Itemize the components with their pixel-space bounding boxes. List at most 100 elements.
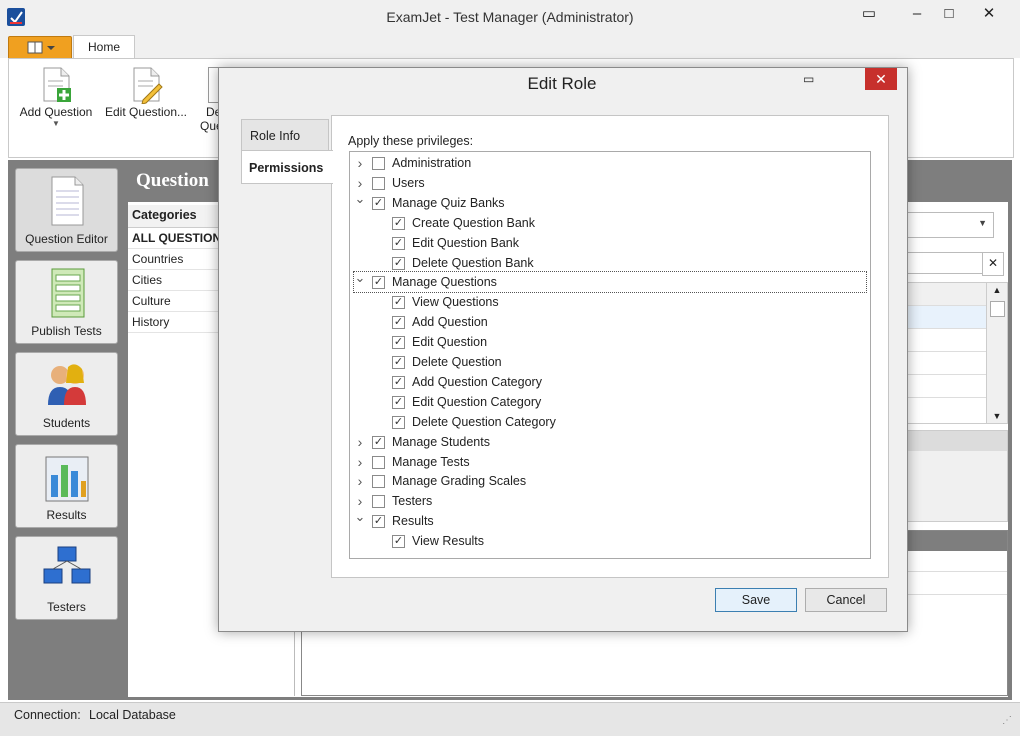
- tree-node[interactable]: › Administration: [354, 153, 866, 173]
- tree-node[interactable]: ✓ Edit Question Category: [374, 392, 866, 412]
- add-question-button[interactable]: Add Question ▼: [16, 64, 96, 134]
- tree-node[interactable]: ✓ Delete Question: [374, 352, 866, 372]
- category-label: Countries: [132, 252, 184, 266]
- delete-question-icon: [208, 67, 218, 103]
- chevron-right-icon[interactable]: ›: [354, 153, 366, 173]
- chevron-down-icon: ▼: [52, 119, 60, 128]
- tree-node[interactable]: ✓ View Questions: [374, 292, 866, 312]
- scroll-up-icon[interactable]: ▲: [987, 285, 1007, 295]
- checkbox[interactable]: [372, 495, 385, 509]
- checkbox[interactable]: ✓: [392, 296, 405, 310]
- tree-node[interactable]: › ✓ Manage Students: [354, 432, 866, 452]
- checkbox[interactable]: ✓: [392, 236, 405, 250]
- delete-question-label-2: Que: [200, 119, 218, 133]
- category-row[interactable]: Countries: [128, 249, 222, 270]
- nav-label: Publish Tests: [31, 324, 102, 338]
- chevron-down-icon[interactable]: ⌄: [354, 268, 366, 288]
- category-label: History: [132, 315, 170, 329]
- chevron-right-icon[interactable]: ›: [354, 452, 366, 472]
- checkbox[interactable]: ✓: [372, 515, 385, 529]
- tree-node[interactable]: ✓ Edit Question: [374, 332, 866, 352]
- chevron-right-icon[interactable]: ›: [354, 471, 366, 491]
- tree-node[interactable]: › Testers: [354, 491, 866, 511]
- checkbox[interactable]: ✓: [372, 435, 385, 449]
- scroll-thumb[interactable]: [990, 301, 1005, 317]
- tree-node-label: Results: [392, 514, 434, 529]
- tree-node[interactable]: › Manage Tests: [354, 452, 866, 472]
- checkbox[interactable]: [372, 475, 385, 489]
- nav-testers[interactable]: Testers: [15, 536, 118, 620]
- tree-node-label: Edit Question Bank: [412, 235, 520, 250]
- tree-node[interactable]: › Users: [354, 173, 866, 193]
- checkbox[interactable]: ✓: [392, 256, 405, 270]
- nav-results[interactable]: Results: [15, 444, 118, 528]
- tree-node[interactable]: ✓ View Results: [374, 531, 866, 551]
- checkbox[interactable]: [372, 176, 385, 190]
- tree-node[interactable]: ✓ Add Question: [374, 312, 866, 332]
- tree-node[interactable]: ✓ Edit Question Bank: [374, 233, 866, 253]
- category-row[interactable]: Culture: [128, 291, 222, 312]
- scroll-down-icon[interactable]: ▼: [987, 411, 1007, 421]
- chevron-down-icon[interactable]: ⌄: [354, 189, 366, 209]
- privileges-tree[interactable]: › Administration › Users ⌄ ✓ Manage Quiz Banks…: [349, 151, 871, 559]
- category-row[interactable]: History: [128, 312, 222, 333]
- tree-node[interactable]: ⌄ ✓ Manage Questions: [353, 270, 867, 294]
- tree-node-label: Delete Question Bank: [412, 255, 534, 270]
- checkbox[interactable]: ✓: [392, 336, 405, 350]
- checkbox[interactable]: ✓: [372, 276, 385, 290]
- resize-grip-icon[interactable]: ⋰: [1002, 715, 1012, 726]
- tree-node[interactable]: ✓ Delete Question Category: [374, 412, 866, 432]
- minimize-button[interactable]: –: [903, 4, 931, 26]
- close-window-button[interactable]: ✕: [975, 4, 1003, 26]
- tree-node[interactable]: ✓ Create Question Bank: [374, 213, 866, 233]
- categories-header-label: Categories: [132, 208, 197, 222]
- nav-publish-tests[interactable]: Publish Tests: [15, 260, 118, 344]
- checkbox[interactable]: ✓: [392, 375, 405, 389]
- dialog-restore-icon[interactable]: ▭: [803, 72, 814, 86]
- nav-question-editor[interactable]: Question Editor: [15, 168, 118, 252]
- chevron-right-icon[interactable]: ›: [354, 432, 366, 452]
- tree-node[interactable]: ✓ Delete Question Bank: [374, 253, 866, 273]
- checkbox[interactable]: [372, 157, 385, 170]
- status-bar: Connection: Local Database ⋰: [0, 702, 1020, 736]
- checkbox[interactable]: ✓: [392, 535, 405, 549]
- filter-dropdown[interactable]: ▼: [906, 212, 994, 238]
- checkbox[interactable]: ✓: [392, 216, 405, 230]
- add-question-label: Add Question: [19, 105, 93, 119]
- tree-node[interactable]: ✓ Add Question Category: [374, 372, 866, 392]
- category-label: Culture: [132, 294, 171, 308]
- list-scrollbar[interactable]: ▲ ▼: [986, 282, 1008, 424]
- maximize-button[interactable]: □: [935, 4, 963, 26]
- checkbox[interactable]: ✓: [392, 356, 405, 369]
- question-list: [906, 282, 988, 424]
- app-menu-button[interactable]: [8, 36, 72, 60]
- tab-role-info[interactable]: Role Info: [241, 119, 329, 151]
- tree-node-label: Manage Tests: [392, 454, 470, 469]
- restore-window-icon[interactable]: ▭: [855, 4, 883, 26]
- checkbox[interactable]: ✓: [372, 196, 385, 210]
- checkbox[interactable]: [372, 455, 385, 469]
- cancel-button[interactable]: Cancel: [805, 588, 887, 612]
- tree-node[interactable]: › Manage Grading Scales: [354, 471, 866, 491]
- checkbox[interactable]: ✓: [392, 395, 405, 409]
- category-row[interactable]: Cities: [128, 270, 222, 291]
- tree-node[interactable]: ⌄ ✓ Manage Quiz Banks: [354, 191, 866, 213]
- checkbox[interactable]: ✓: [392, 415, 405, 429]
- apply-privileges-label: Apply these privileges:: [348, 134, 474, 148]
- tab-home[interactable]: Home: [73, 35, 135, 60]
- clear-search-button[interactable]: ✕: [982, 252, 1004, 276]
- nav-students[interactable]: Students: [15, 352, 118, 436]
- category-row[interactable]: ALL QUESTION: [128, 228, 222, 249]
- save-button[interactable]: Save: [715, 588, 797, 612]
- chevron-down-icon[interactable]: ⌄: [354, 507, 366, 527]
- delete-question-button[interactable]: De Que: [196, 64, 218, 134]
- tree-node-label: Administration: [392, 156, 472, 170]
- edit-question-button[interactable]: Edit Question...: [100, 64, 192, 134]
- testers-icon: [43, 546, 90, 584]
- tab-permissions[interactable]: Permissions: [241, 150, 333, 184]
- nav-label: Question Editor: [25, 232, 108, 246]
- tree-node[interactable]: ⌄ ✓ Results: [354, 509, 866, 531]
- dialog-close-button[interactable]: ✕: [865, 68, 897, 90]
- search-input[interactable]: [906, 252, 984, 274]
- checkbox[interactable]: ✓: [392, 316, 405, 330]
